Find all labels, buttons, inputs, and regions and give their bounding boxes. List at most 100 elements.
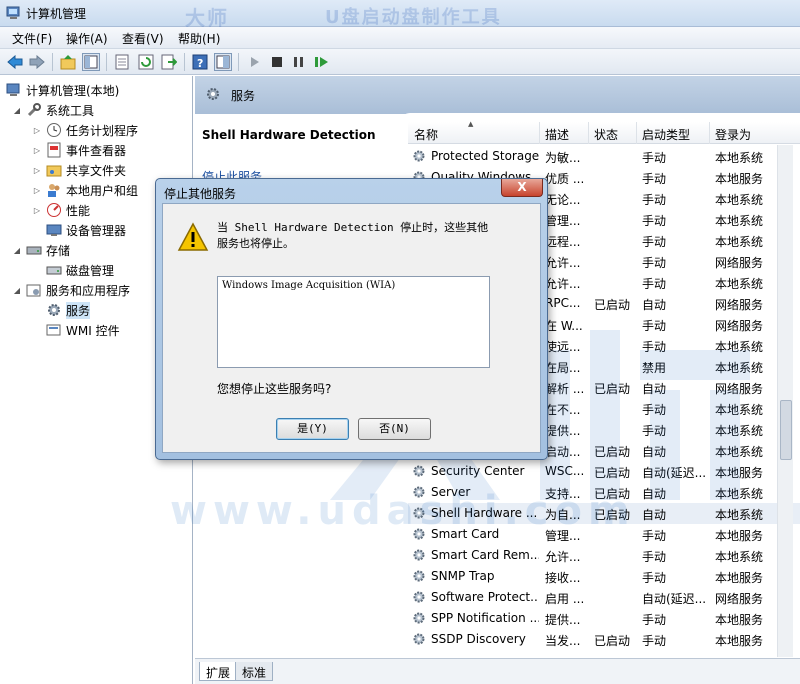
cell-startup: 手动 [642,235,667,249]
tree-node-system-tools[interactable]: ◢ 系统工具 [12,100,94,120]
toolbar-separator [238,53,239,71]
cell-logon: 本地系统 [715,277,764,291]
close-button[interactable]: X [501,179,543,197]
yes-button[interactable]: 是(Y) [276,418,349,440]
tree-node-services[interactable]: 服务 [46,300,91,320]
cell-logon: 本地系统 [715,508,764,522]
tree-node-device-manager[interactable]: 设备管理器 [46,220,126,240]
cell-logon: 网络服务 [715,256,764,270]
column-separator[interactable] [636,122,637,144]
computer-management-window: 计算机管理 大师 U盘启动盘制作工具 文件(F) 操作(A) 查看(V) 帮助(… [0,0,800,684]
column-startup-type[interactable]: 启动类型 [642,126,690,143]
cell-name: Protected Storage [431,149,539,163]
cell-desc: 提供... [545,613,581,627]
tree-node-services-apps[interactable]: ◢ 服务和应用程序 [12,280,130,300]
tree-node-disk-management[interactable]: 磁盘管理 [46,260,114,280]
cell-desc: 当发... [545,634,581,648]
tree-label-shared-folders: 共享文件夹 [66,163,127,178]
tab-standard[interactable]: 标准 [235,662,274,681]
cell-logon: 本地服务 [715,571,764,585]
tree-node-performance[interactable]: ▷ 性能 [32,200,90,220]
toolbar-separator [184,53,185,71]
window-title: 计算机管理 [26,7,87,21]
expand-triangle-icon[interactable]: ▷ [32,166,42,175]
refresh-icon[interactable] [137,53,155,71]
vertical-scrollbar[interactable] [777,145,793,657]
column-separator[interactable] [709,122,710,144]
performance-icon [46,202,62,218]
tree-node-root[interactable]: 计算机管理(本地) [6,80,119,100]
cell-startup: 手动 [642,256,667,270]
dependent-services-list[interactable]: Windows Image Acquisition (WIA) [217,276,490,368]
menu-help[interactable]: 帮助(H) [178,30,220,47]
menu-view[interactable]: 查看(V) [122,30,164,47]
up-folder-icon[interactable] [59,53,77,71]
no-button[interactable]: 否(N) [358,418,431,440]
export-icon[interactable] [160,53,178,71]
column-separator[interactable] [588,122,589,144]
menu-file[interactable]: 文件(F) [12,30,52,47]
tree-node-local-users[interactable]: ▷ 本地用户和组 [32,180,138,200]
cell-logon: 本地系统 [715,214,764,228]
event-viewer-icon [46,142,62,158]
cell-logon: 本地服务 [715,172,764,186]
collapse-triangle-icon[interactable]: ◢ [12,246,22,255]
column-separator[interactable] [539,122,540,144]
column-description[interactable]: 描述 [545,126,569,143]
tree-node-event-viewer[interactable]: ▷ 事件查看器 [32,140,126,160]
tab-extended[interactable]: 扩展 [199,662,238,681]
table-row[interactable]: SSDP Discovery 当发... 已启动 手动 本地服务 [408,629,800,650]
cell-startup: 自动 [642,382,667,396]
dialog-message-line1: 当 Shell Hardware Detection 停止时，这些其他 [217,221,489,234]
tree-node-task-scheduler[interactable]: ▷ 任务计划程序 [32,120,138,140]
scrollbar-thumb[interactable] [780,400,792,460]
cell-desc: 在 W... [545,319,583,333]
column-name[interactable]: 名称 [414,126,438,143]
table-row[interactable]: SNMP Trap 接收... 手动 本地服务 [408,566,800,587]
cell-desc: 优质 ... [545,172,585,186]
table-row[interactable]: SPP Notification ... 提供... 手动 本地服务 [408,608,800,629]
table-row[interactable]: Protected Storage 为敏... 手动 本地系统 [408,146,800,167]
console-icon[interactable] [214,53,232,71]
tree-node-wmi[interactable]: WMI 控件 [46,320,120,340]
service-gear-icon [413,570,425,582]
tree-node-storage[interactable]: ◢ 存储 [12,240,70,260]
column-status[interactable]: 状态 [594,126,618,143]
pause-icon[interactable] [290,53,308,71]
play-icon[interactable] [246,53,264,71]
cell-logon: 网络服务 [715,319,764,333]
tree-node-shared-folders[interactable]: ▷ 共享文件夹 [32,160,126,180]
expand-triangle-icon[interactable]: ▷ [32,126,42,135]
dialog-body: 当 Shell Hardware Detection 停止时，这些其他 服务也将… [162,203,541,453]
properties-icon[interactable] [113,53,131,71]
computer-icon [6,82,22,98]
table-row[interactable]: Security Center WSC... 已启动 自动(延迟... 本地服务 [408,461,800,482]
tree-label-storage: 存储 [46,243,71,258]
forward-arrow-icon[interactable] [28,53,46,71]
expand-triangle-icon[interactable]: ▷ [32,186,42,195]
menu-action[interactable]: 操作(A) [66,30,108,47]
stop-icon[interactable] [268,53,286,71]
resume-icon[interactable] [313,53,331,71]
expand-triangle-icon[interactable]: ▷ [32,146,42,155]
back-arrow-icon[interactable] [6,53,24,71]
cell-startup: 手动 [642,550,667,564]
collapse-triangle-icon[interactable]: ◢ [12,286,22,295]
table-row[interactable]: Software Protect... 启用 ... 自动(延迟... 网络服务 [408,587,800,608]
storage-icon [26,242,42,258]
svg-text:?: ? [197,57,203,70]
cell-name: SPP Notification ... [431,611,539,625]
show-tree-icon[interactable] [82,53,100,71]
cell-desc: 管理... [545,214,581,228]
cell-startup: 手动 [642,172,667,186]
device-manager-icon [46,222,62,238]
collapse-triangle-icon[interactable]: ◢ [12,106,22,115]
cell-desc: WSC... [545,464,585,478]
column-logon[interactable]: 登录为 [715,126,751,143]
cell-logon: 本地服务 [715,529,764,543]
help-icon[interactable]: ? [191,53,209,71]
cell-desc: 在不... [545,403,581,417]
cell-desc: 允许... [545,256,581,270]
expand-triangle-icon[interactable]: ▷ [32,206,42,215]
table-row[interactable]: Smart Card Rem... 允许... 手动 本地系统 [408,545,800,566]
